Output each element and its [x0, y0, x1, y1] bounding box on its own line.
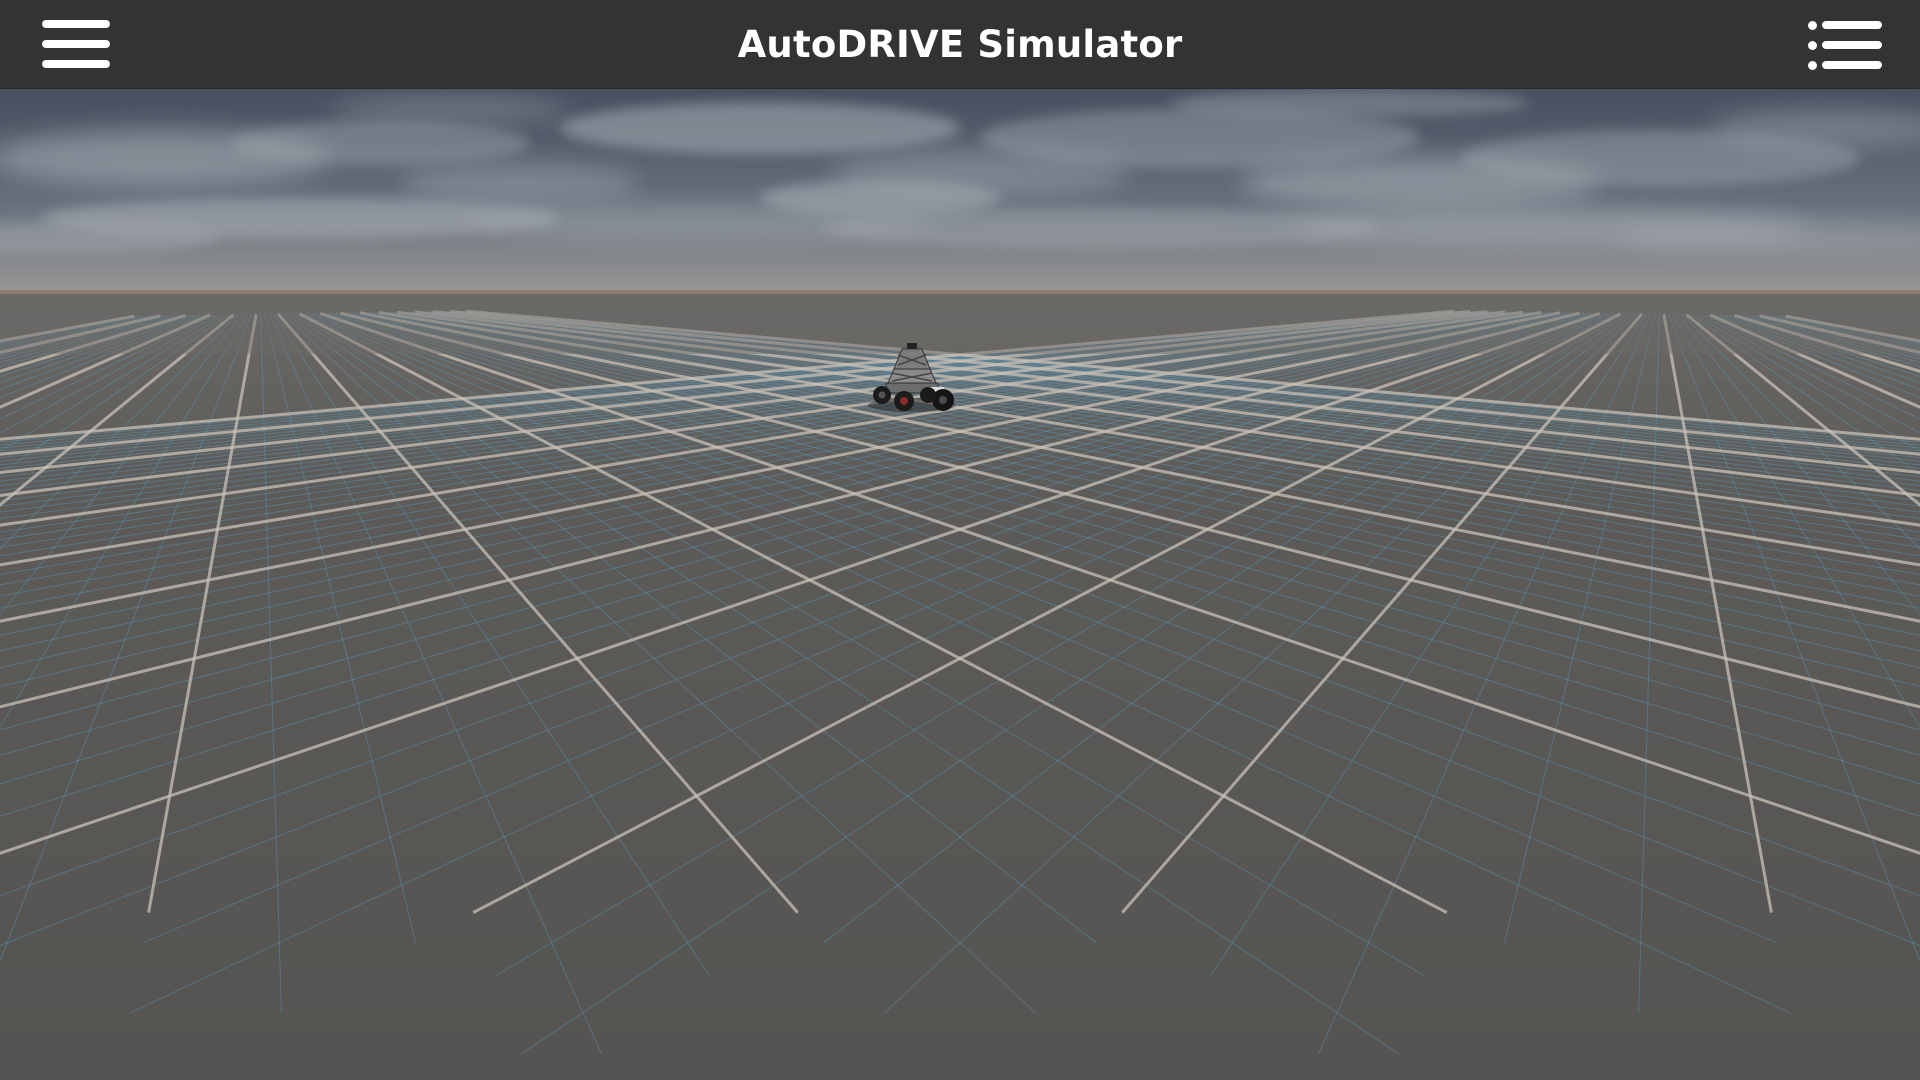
ground-plane: [0, 290, 1920, 1080]
simulator-window: AutoDRIVE Simulator: [0, 0, 1920, 1080]
cloud: [230, 121, 530, 165]
cloud: [400, 163, 640, 203]
3d-viewport[interactable]: [0, 88, 1920, 1080]
horizon-line: [0, 290, 1920, 294]
scene-canvas[interactable]: [0, 88, 1920, 1080]
sky: [0, 88, 1920, 298]
cloud: [1170, 89, 1530, 117]
top-toolbar: AutoDRIVE Simulator: [0, 0, 1920, 89]
list-menu-button[interactable]: [1808, 18, 1882, 72]
cloud: [760, 180, 1000, 216]
cloud: [560, 102, 960, 154]
cloud: [330, 96, 570, 120]
app-title: AutoDRIVE Simulator: [737, 23, 1183, 66]
